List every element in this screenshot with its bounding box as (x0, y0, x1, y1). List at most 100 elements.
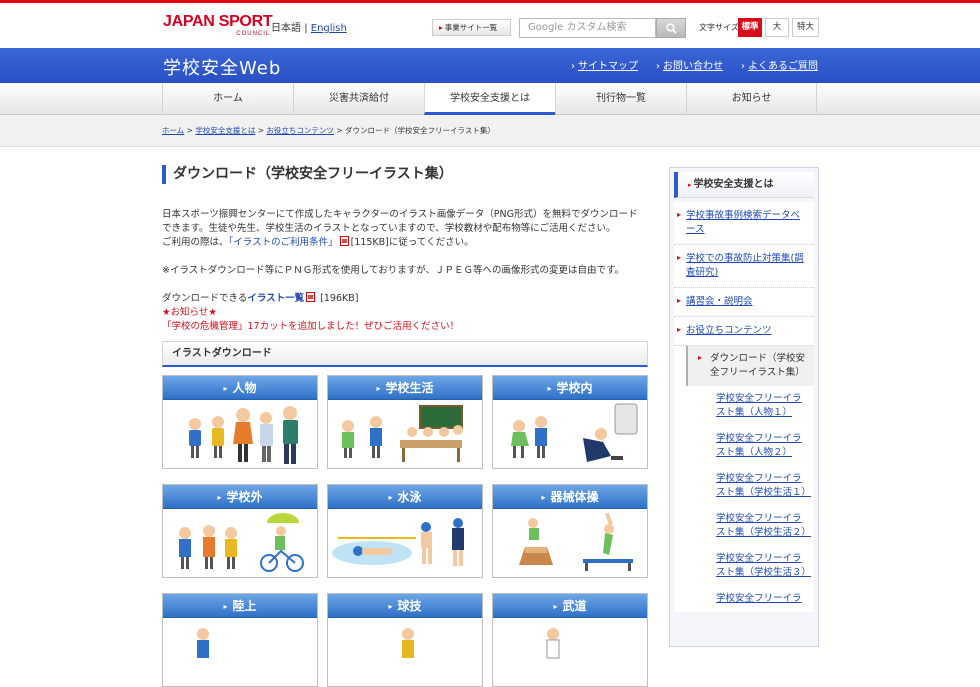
business-sites-button[interactable]: ▸ 事業サイト一覧 (432, 19, 511, 36)
arrow-right-icon: ▸ (547, 384, 552, 393)
pdf-icon (306, 292, 316, 302)
illustration-list-link[interactable]: イラスト一覧 (247, 293, 304, 304)
breadcrumb-current: ダウンロード（学校安全フリーイラスト集） (345, 126, 495, 135)
lang-english-link[interactable]: English (311, 23, 347, 34)
sidebar-item-seminars[interactable]: 講習会・説明会 (674, 288, 814, 317)
search-input[interactable]: Google カスタム検索 (519, 18, 656, 38)
page-title: ダウンロード（学校安全フリーイラスト集） (162, 165, 648, 184)
sidebar: ▸学校安全支援とは 学校事故事例検索データベース 学校での事故防止対策集(調査研… (669, 167, 819, 647)
font-size-large-button[interactable]: 大 (765, 18, 789, 37)
people-illustration (163, 400, 317, 468)
nav-disaster-mutual-aid[interactable]: 災害共済給付 (293, 83, 424, 115)
site-title[interactable]: 学校安全Web (163, 54, 281, 80)
arrow-right-icon: ▸ (688, 181, 692, 189)
breadcrumb-school-safety[interactable]: 学校安全支援とは (195, 126, 255, 135)
sidebar-subitem[interactable]: 学校安全フリーイラ (674, 586, 814, 612)
in-school-illustration (493, 400, 647, 468)
sidebar-subitem[interactable]: 学校安全フリーイラスト集（学校生活３） (674, 546, 814, 586)
track-illustration (163, 618, 317, 686)
arrow-right-icon: ▸ (388, 493, 393, 502)
font-size-standard-button[interactable]: 標準 (738, 18, 762, 37)
nav-home[interactable]: ホーム (162, 83, 293, 115)
gymnastics-illustration (493, 509, 647, 577)
illustration-grid: ▸ 人物 ▸ 学校生活 ▸ 学校内 ▸ 学校外 ▸ 水泳 ▸ 器械体操 ▸ 陸上… (162, 375, 648, 687)
site-title-bar: 学校安全Web › サイトマップ › お問い合わせ › よくあるご質問 (0, 48, 980, 83)
intro-paragraph: 日本スポーツ振興センターにて作成したキャラクターのイラスト画像データ（PNG形式… (162, 208, 648, 250)
sidebar-menu: 学校事故事例検索データベース 学校での事故防止対策集(調査研究) 講習会・説明会… (674, 202, 814, 612)
breadcrumb: ホーム > 学校安全支援とは > お役立ちコンテンツ > ダウンロード（学校安全… (162, 125, 495, 136)
nav-news[interactable]: お知らせ (686, 83, 817, 115)
arrow-right-icon: ▸ (223, 384, 228, 393)
tile-people[interactable]: ▸ 人物 (162, 375, 318, 469)
font-size-xlarge-button[interactable]: 特大 (792, 18, 819, 37)
intro-line1: 日本スポーツ振興センターにて作成したキャラクターのイラスト画像データ（PNG形式… (162, 209, 638, 220)
jsc-logo[interactable]: JAPAN SPORT COUNCIL (163, 13, 273, 38)
download-list-line: ダウンロードできるイラスト一覧 [196KB] (162, 292, 359, 304)
sidebar-title[interactable]: ▸ 学校安全支援とは (674, 172, 814, 198)
main-content: ダウンロード（学校安全フリーイラスト集） 日本スポーツ振興センターにて作成したキ… (162, 165, 648, 687)
breadcrumb-home[interactable]: ホーム (162, 126, 184, 135)
usage-terms-link[interactable]: 「イラストのご利用条件」 (229, 237, 338, 248)
tile-martial-arts[interactable]: ▸ 武道 (492, 593, 648, 687)
arrow-right-icon: ▸ (376, 384, 381, 393)
lang-japanese: 日本語 (271, 23, 301, 34)
tile-outside-school[interactable]: ▸ 学校外 (162, 484, 318, 578)
sidebar-item-useful-contents[interactable]: お役立ちコンテンツ (674, 317, 814, 346)
martial-arts-illustration (493, 618, 647, 686)
breadcrumb-useful-contents[interactable]: お役立ちコンテンツ (266, 126, 334, 135)
arrow-right-icon: ▸ (217, 493, 222, 502)
arrow-right-icon: ▸ (223, 602, 228, 611)
logo-line2: COUNCIL (236, 31, 271, 37)
sitemap-link[interactable]: › サイトマップ (571, 57, 638, 72)
arrow-right-icon: ▸ (439, 23, 443, 32)
sidebar-subitem[interactable]: 学校安全フリーイラスト集（学校生活２） (674, 506, 814, 546)
school-life-illustration (328, 400, 482, 468)
breadcrumb-separator: > (257, 126, 265, 135)
sidebar-subitem[interactable]: 学校安全フリーイラスト集（学校生活１） (674, 466, 814, 506)
sidebar-item-prevention-measures[interactable]: 学校での事故防止対策集(調査研究) (674, 245, 814, 288)
breadcrumb-separator: > (186, 126, 193, 135)
faq-link[interactable]: › よくあるご質問 (741, 57, 818, 72)
tile-track-and-field[interactable]: ▸ 陸上 (162, 593, 318, 687)
illustration-download-header: イラストダウンロード (162, 341, 648, 367)
tile-ball-games[interactable]: ▸ 球技 (327, 593, 483, 687)
tile-in-school[interactable]: ▸ 学校内 (492, 375, 648, 469)
notice-title: ★お知らせ★ (162, 307, 217, 318)
outside-school-illustration (163, 509, 317, 577)
intro-line3: ご利用の際は、「イラストのご利用条件」 [115KB]に従ってください。 (162, 236, 474, 248)
language-switch: 日本語 | English (271, 19, 347, 34)
arrow-right-icon: ▸ (553, 602, 558, 611)
site-header: JAPAN SPORT COUNCIL 日本語 | English ▸ 事業サイト… (0, 3, 980, 48)
breadcrumb-bar: ホーム > 学校安全支援とは > お役立ちコンテンツ > ダウンロード（学校安全… (0, 115, 980, 147)
business-sites-label: 事業サイト一覧 (444, 23, 498, 32)
contact-link[interactable]: › お問い合わせ (656, 57, 723, 72)
lang-separator: | (304, 23, 308, 34)
ball-games-illustration (328, 618, 482, 686)
swimming-illustration (328, 509, 482, 577)
notice-text: 「学校の危機管理」17カットを追加しました！ぜひご活用ください！ (162, 321, 460, 332)
arrow-right-icon: › (571, 61, 575, 72)
pdf-icon (339, 236, 349, 246)
sidebar-subitem[interactable]: 学校安全フリーイラスト集（人物１） (674, 386, 814, 426)
arrow-right-icon: ▸ (388, 602, 393, 611)
search-button[interactable] (656, 18, 686, 38)
tile-swimming[interactable]: ▸ 水泳 (327, 484, 483, 578)
tile-gymnastics[interactable]: ▸ 器械体操 (492, 484, 648, 578)
search-icon (666, 23, 677, 34)
breadcrumb-separator: > (336, 126, 343, 135)
format-note: ※イラストダウンロード等にＰＮＧ形式を使用しておりますが、ＪＰＥＧ等への画像形式… (162, 265, 625, 276)
arrow-right-icon: › (741, 61, 745, 72)
global-nav: ホーム 災害共済給付 学校安全支援とは 刊行物一覧 お知らせ (0, 83, 980, 115)
sidebar-item-current-download: ダウンロード（学校安全フリーイラスト集） (686, 346, 814, 386)
arrow-right-icon: ▸ (541, 493, 546, 502)
font-size-label: 文字サイズ (699, 23, 739, 32)
sidebar-item-accident-database[interactable]: 学校事故事例検索データベース (674, 202, 814, 245)
sidebar-subitem[interactable]: 学校安全フリーイラスト集（人物２） (674, 426, 814, 466)
logo-line1: JAPAN SPORT (163, 13, 273, 30)
intro-line2: できます。生徒や先生、学校生活のイラストとなっていますので、学校教材や配布物等に… (162, 223, 616, 234)
nav-publications[interactable]: 刊行物一覧 (555, 83, 686, 115)
tile-school-life[interactable]: ▸ 学校生活 (327, 375, 483, 469)
utility-links: › サイトマップ › お問い合わせ › よくあるご質問 (571, 57, 818, 72)
arrow-right-icon: › (656, 61, 660, 72)
nav-school-safety-support[interactable]: 学校安全支援とは (424, 83, 555, 115)
